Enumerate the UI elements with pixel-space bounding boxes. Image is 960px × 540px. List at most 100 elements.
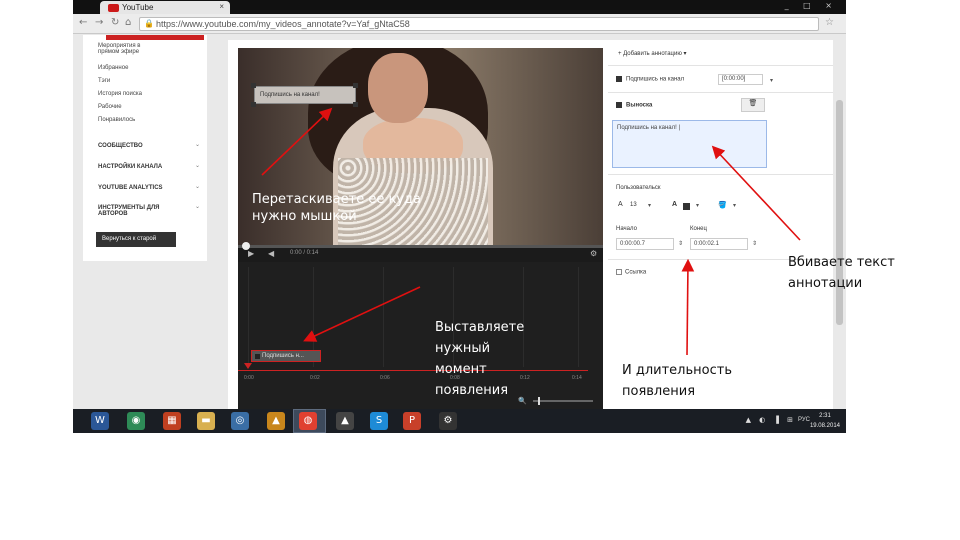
taskbar-app-icon[interactable]: ▲ — [267, 412, 285, 430]
browser-tabbar: YouTube × _ □ × — [73, 0, 846, 14]
browser-toolbar: ← → ↻ ⌂ 🔒 https://www.youtube.com/my_vid… — [73, 14, 846, 34]
link-checkbox-row[interactable]: Ссылка — [616, 269, 646, 276]
timeline-annotation-clip[interactable]: Подпишись н... — [251, 350, 321, 362]
timeline-tick — [248, 267, 249, 367]
timeline-tick — [383, 267, 384, 367]
taskbar-app-icon[interactable]: W — [91, 412, 109, 430]
annotation-type[interactable]: Выноска — [616, 102, 652, 109]
add-annotation-button[interactable]: + Добавить аннотацию ▾ — [618, 50, 687, 57]
reload-icon[interactable]: ↻ — [111, 17, 119, 28]
color-swatch[interactable] — [683, 203, 690, 210]
speech-bubble-icon — [616, 76, 622, 82]
sidebar-item-history[interactable]: История поиска — [98, 91, 142, 97]
annotation-time-badge: [0:00:00] — [718, 74, 763, 85]
clip-label: Подпишись н... — [262, 353, 304, 359]
chevron-down-icon[interactable]: ▾ — [696, 202, 699, 209]
annotation-text-input[interactable]: Подпишись на канал! | — [612, 120, 767, 168]
taskbar-app-icon[interactable]: S — [370, 412, 388, 430]
stepper-icon[interactable]: ⇕ — [752, 240, 757, 247]
old-version-button[interactable]: Вернуться к старой — [96, 232, 176, 247]
link-checkbox[interactable] — [616, 269, 622, 275]
chevron-down-icon[interactable]: ▾ — [648, 202, 651, 209]
chevron-down-icon[interactable]: ⌄ — [195, 203, 200, 210]
annotation-list-item[interactable]: Подпишись на канал — [616, 76, 684, 83]
start-label: Начало — [616, 226, 637, 232]
timeline-label: 0:02 — [310, 375, 320, 381]
stepper-icon[interactable]: ⇕ — [678, 240, 683, 247]
paint-bucket-icon[interactable]: 🪣 — [718, 201, 727, 209]
bookmark-star-icon[interactable]: ☆ — [825, 17, 834, 28]
page-content: Мероприятия в прямом эфире Избранное Тэг… — [73, 35, 846, 410]
back-icon[interactable]: ← — [79, 17, 87, 28]
taskbar-app-icon[interactable]: ◍ — [299, 412, 317, 430]
left-sidebar: Мероприятия в прямом эфире Избранное Тэг… — [83, 35, 207, 261]
taskbar-app-icon[interactable]: ◉ — [127, 412, 145, 430]
annotation-list-label: Подпишись на канал — [626, 76, 685, 83]
language-indicator[interactable]: РУС — [798, 417, 810, 423]
gear-icon[interactable]: ⚙ — [590, 249, 597, 258]
taskbar-app-icon[interactable]: ▦ — [163, 412, 181, 430]
note-enter-text: Вбиваете текст аннотации — [788, 255, 895, 291]
sidebar-section-creator-tools[interactable]: ИНСТРУМЕНТЫ ДЛЯ АВТОРОВ — [98, 205, 173, 217]
taskbar-app-icon[interactable]: ⚙ — [439, 412, 457, 430]
chevron-down-icon[interactable]: ⌄ — [195, 141, 200, 148]
trash-icon[interactable]: 🗑 — [741, 98, 765, 112]
tab-title: YouTube — [122, 3, 154, 12]
sidebar-section-community[interactable]: СООБЩЕСТВО — [98, 143, 143, 149]
link-label: Ссылка — [625, 269, 647, 276]
play-icon[interactable]: ▶ — [248, 249, 254, 258]
playhead-marker[interactable] — [244, 363, 252, 369]
active-item-highlight — [106, 35, 204, 40]
divider — [608, 65, 833, 66]
slide: YouTube × _ □ × ← → ↻ ⌂ 🔒 https://www.yo… — [0, 0, 960, 540]
resize-handle[interactable] — [353, 83, 358, 88]
sidebar-item-live[interactable]: Мероприятия в прямом эфире — [98, 43, 158, 55]
browser-tab[interactable]: YouTube × — [100, 1, 230, 14]
sidebar-section-analytics[interactable]: YOUTUBE ANALYTICS — [98, 185, 163, 191]
drag-instruction-caption: Перетаскиваете ее куда нужно мышкой — [252, 192, 421, 224]
taskbar-app-icon[interactable]: ◎ — [231, 412, 249, 430]
font-size-value: 13 — [630, 202, 637, 208]
home-icon[interactable]: ⌂ — [125, 17, 131, 28]
text-size-icon[interactable]: A — [618, 201, 623, 208]
lock-icon: 🔒 — [144, 19, 154, 28]
chevron-down-icon[interactable]: ⌄ — [195, 162, 200, 169]
resize-handle[interactable] — [251, 83, 256, 88]
system-tray-icons[interactable]: ▲ ◐ ▐ ⊞ — [746, 416, 796, 424]
end-time-field[interactable]: 0:00:02.1 — [690, 238, 748, 250]
chevron-down-icon[interactable]: ▾ — [733, 202, 736, 209]
sidebar-item-tags[interactable]: Тэги — [98, 78, 110, 84]
sidebar-section-channel-settings[interactable]: НАСТРОЙКИ КАНАЛА — [98, 164, 162, 170]
note-duration: И длительность появления — [622, 363, 732, 399]
annotation-bubble-text: Подпишись на канал! — [260, 92, 320, 98]
tab-close-icon[interactable]: × — [219, 2, 224, 11]
address-bar[interactable]: 🔒 https://www.youtube.com/my_videos_anno… — [139, 17, 819, 31]
text-color-icon[interactable]: A — [672, 201, 677, 208]
window-controls[interactable]: _ □ × — [785, 1, 838, 10]
sidebar-item-work[interactable]: Рабочие — [98, 104, 122, 110]
resize-handle[interactable] — [353, 102, 358, 107]
sidebar-item-favorites[interactable]: Избранное — [98, 65, 128, 71]
chevron-down-icon[interactable]: ▾ — [770, 77, 773, 84]
volume-icon[interactable]: ◀ — [268, 249, 274, 258]
taskbar-app-icon[interactable]: P — [403, 412, 421, 430]
address-url: https://www.youtube.com/my_videos_annota… — [156, 19, 410, 29]
timeline-label: 0:06 — [380, 375, 390, 381]
clock-time: 2:31 — [819, 413, 831, 419]
sidebar-item-liked[interactable]: Понравилось — [98, 117, 135, 123]
page-scrollbar[interactable] — [833, 35, 846, 409]
speech-bubble-icon — [616, 102, 622, 108]
start-time-field[interactable]: 0:00:00.7 — [616, 238, 674, 250]
taskbar-app-icon[interactable]: ▬ — [197, 412, 215, 430]
chevron-down-icon[interactable]: ⌄ — [195, 183, 200, 190]
progress-bar[interactable] — [238, 242, 603, 250]
annotation-timeline[interactable]: Подпишись н... 0:00 0:02 0:06 0:08 0:12 … — [238, 262, 603, 410]
clock[interactable]: 2:31 19.08.2014 — [810, 411, 840, 431]
annotation-bubble[interactable]: Подпишись на канал! — [254, 86, 356, 104]
video-player[interactable]: Подпишись на канал! Перетаскиваете ее ку… — [238, 48, 603, 245]
forward-icon[interactable]: → — [95, 17, 103, 28]
divider — [608, 174, 833, 175]
taskbar-app-icon[interactable]: ▲ — [336, 412, 354, 430]
resize-handle[interactable] — [251, 102, 256, 107]
style-select[interactable]: Пользовательск — [616, 185, 661, 191]
